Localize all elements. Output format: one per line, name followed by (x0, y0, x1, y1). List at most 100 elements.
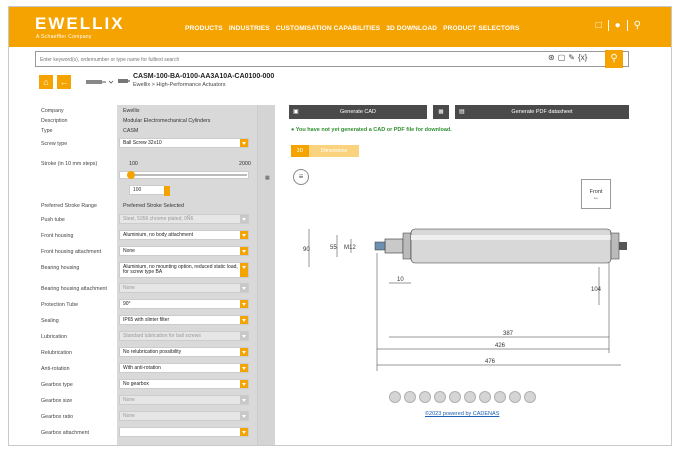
anti-rotation-select[interactable]: With anti-rotation (119, 363, 249, 373)
sealing-select[interactable]: IP65 with slinter filter (119, 315, 249, 325)
dim-476: 476 (485, 359, 496, 365)
label-gearbox-type: Gearbox type (41, 382, 73, 388)
tool-measure-icon[interactable] (389, 391, 401, 403)
gearbox-size-select[interactable]: None (119, 395, 249, 405)
cube-icon: ▣ (293, 109, 299, 115)
sealing-value: IP65 with slinter filter (123, 317, 170, 323)
chevron-down-icon (240, 316, 248, 324)
chevron-down-icon (240, 139, 248, 147)
front-housing-attachment-select[interactable]: None (119, 246, 249, 256)
chevron-down-icon (240, 300, 248, 308)
tool-view-top-icon[interactable] (449, 391, 461, 403)
gearbox-ratio-select[interactable]: None (119, 411, 249, 421)
tool-fullscreen-icon[interactable] (524, 391, 536, 403)
bearing-housing-attachment-select[interactable]: None (119, 283, 249, 293)
stroke-max: 2000 (239, 161, 251, 167)
chevron-down-icon (240, 215, 248, 223)
label-front-housing-attachment: Front housing attachment (41, 249, 102, 255)
nav-customisation[interactable]: CUSTOMISATION CAPABILITIES (276, 25, 380, 32)
product-thumbnail-dropdown[interactable] (84, 74, 114, 90)
dim-m12: M12 (344, 245, 356, 251)
bearing-housing-value: Aluminium, no mounting option, reduced s… (123, 263, 238, 275)
stroke-input[interactable]: 100 (129, 185, 170, 196)
download-options-button[interactable]: ▩ (433, 105, 449, 119)
push-tube-value: Steel, 5356 chrome plated, 0Ñ6 (123, 216, 194, 222)
clipboard-icon[interactable]: □ (596, 20, 602, 31)
label-screw-type: Screw type (41, 141, 68, 147)
list-icon[interactable]: ≡ (293, 169, 309, 185)
cadenas-link[interactable]: ©2023 powered by CADENAS (425, 411, 499, 417)
tool-settings-icon[interactable] (509, 391, 521, 403)
logo[interactable]: EWELLIX (35, 14, 125, 34)
crumb-leaf[interactable]: High-Performance Actuators (156, 82, 225, 88)
user-icon[interactable]: ● (615, 20, 621, 31)
dim-55: 55 (330, 245, 337, 251)
label-anti-rotation: Anti-rotation (41, 366, 70, 372)
chevron-down-icon (240, 231, 248, 239)
home-button[interactable]: ⌂ (39, 75, 53, 89)
tool-view-side-icon[interactable] (464, 391, 476, 403)
lubrication-select[interactable]: Standard lubrication for ball screws (119, 331, 249, 341)
crumb-separator: > (151, 82, 155, 88)
chevron-down-icon (240, 263, 248, 277)
push-tube-select[interactable]: Steel, 5356 chrome plated, 0Ñ6 (119, 214, 249, 224)
actuator-thumbnail-icon (86, 80, 114, 84)
tool-view-front-icon[interactable] (434, 391, 446, 403)
search-input[interactable] (40, 54, 520, 65)
value-description: Modular Electromechanical Cylinders (123, 118, 211, 124)
nav-industries[interactable]: INDUSTRIES (229, 25, 270, 32)
tool-view-iso-icon[interactable] (419, 391, 431, 403)
gearbox-type-value: No gearbox (123, 381, 149, 387)
search-icon[interactable]: ⚲ (634, 20, 641, 31)
scrollbar[interactable] (257, 105, 275, 445)
search-button[interactable]: ⚲ (605, 50, 623, 68)
divider (626, 20, 628, 31)
anti-rotation-value: With anti-rotation (123, 365, 161, 371)
protection-tube-select[interactable]: 90° (119, 299, 249, 309)
dim-10: 10 (397, 277, 404, 283)
nav-products[interactable]: PRODUCTS (185, 25, 223, 32)
front-housing-attachment-value: None (123, 248, 135, 254)
value-company: Ewellix (123, 108, 140, 114)
value-preferred-stroke: Preferred Stroke Selected (123, 203, 184, 209)
stroke-slider-track[interactable] (127, 174, 247, 176)
tab-3d[interactable]: 3D (291, 145, 309, 157)
bearing-housing-select[interactable]: Aluminium, no mounting option, reduced s… (119, 262, 249, 278)
stroke-min: 100 (129, 161, 138, 167)
tool-view-back-icon[interactable] (479, 391, 491, 403)
network-icon[interactable]: ⊛ (548, 53, 555, 62)
variable-icon[interactable]: {x} (578, 53, 587, 62)
lubrication-value: Standard lubrication for ball screws (123, 333, 201, 339)
status-message: ● You have not yet generated a CAD or PD… (291, 127, 452, 133)
cube-icon[interactable]: ▢ (558, 53, 566, 62)
actuator-drawing (374, 228, 627, 264)
gearbox-type-select[interactable]: No gearbox (119, 379, 249, 389)
label-bearing-housing-attachment: Bearing housing attachment (41, 286, 107, 292)
pen-icon[interactable]: ✎ (568, 53, 575, 62)
stroke-stepper[interactable] (164, 186, 170, 196)
screw-type-select[interactable]: Ball Screw 32x10 (119, 138, 249, 148)
back-button[interactable]: ← (57, 75, 71, 89)
tool-view-bottom-icon[interactable] (494, 391, 506, 403)
tool-pan-icon[interactable] (404, 391, 416, 403)
label-front-housing: Front housing (41, 233, 74, 239)
label-gearbox-size: Gearbox size (41, 398, 73, 404)
calculator-icon[interactable]: ▦ (265, 175, 270, 181)
cad-viewer[interactable]: 90 55 M12 10 104 387 426 476 (289, 187, 633, 387)
tab-dimensions[interactable]: Dimensions (309, 145, 359, 157)
gearbox-attachment-select[interactable] (119, 427, 249, 437)
parameter-panel: Company Ewellix Description Modular Elec… (35, 105, 275, 445)
chevron-down-icon (240, 428, 248, 436)
front-housing-select[interactable]: Aluminium, no body attachment (119, 230, 249, 240)
main-nav: PRODUCTS INDUSTRIES CUSTOMISATION CAPABI… (185, 25, 519, 32)
relubrication-select[interactable]: No relubrication possibility (119, 347, 249, 357)
breadcrumb: Ewellix > High-Performance Actuators (133, 82, 226, 88)
nav-product-selectors[interactable]: PRODUCT SELECTORS (443, 25, 519, 32)
chevron-down-icon (240, 412, 248, 420)
generate-cad-button[interactable]: ▣ Generate CAD (289, 105, 427, 119)
nav-3d-download[interactable]: 3D DOWNLOAD (386, 25, 437, 32)
stroke-slider-knob[interactable] (127, 171, 135, 179)
crumb-root[interactable]: Ewellix (133, 82, 150, 88)
chevron-down-icon (240, 284, 248, 292)
generate-pdf-button[interactable]: ▤ Generate PDF datasheet (455, 105, 629, 119)
